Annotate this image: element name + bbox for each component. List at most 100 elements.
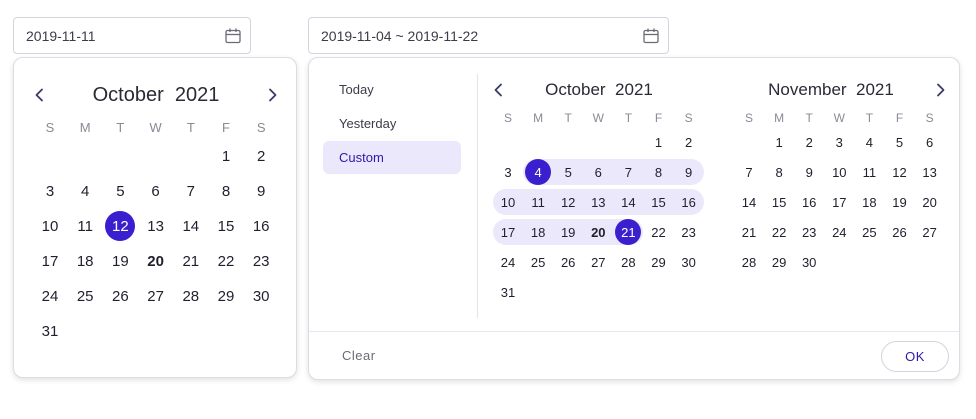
day-cell[interactable]: 17 bbox=[35, 246, 65, 276]
day-cell[interactable]: 25 bbox=[525, 249, 551, 275]
prev-month-icon[interactable] bbox=[33, 88, 47, 102]
day-cell[interactable]: 1 bbox=[211, 141, 241, 171]
day-cell[interactable]: 6 bbox=[585, 159, 611, 185]
day-cell[interactable]: 30 bbox=[246, 281, 276, 311]
day-cell[interactable]: 23 bbox=[796, 219, 822, 245]
day-cell[interactable]: 1 bbox=[766, 129, 792, 155]
calendar-icon[interactable] bbox=[642, 27, 660, 45]
next-month-icon[interactable] bbox=[265, 88, 279, 102]
day-cell[interactable]: 23 bbox=[676, 219, 702, 245]
day-cell[interactable]: 16 bbox=[796, 189, 822, 215]
day-cell[interactable]: 26 bbox=[555, 249, 581, 275]
day-cell[interactable]: 8 bbox=[646, 159, 672, 185]
day-cell[interactable]: 25 bbox=[856, 219, 882, 245]
day-cell[interactable]: 15 bbox=[646, 189, 672, 215]
day-cell[interactable]: 20 bbox=[585, 219, 611, 245]
day-cell[interactable]: 28 bbox=[176, 281, 206, 311]
day-cell[interactable]: 15 bbox=[766, 189, 792, 215]
day-cell[interactable]: 14 bbox=[615, 189, 641, 215]
day-cell[interactable]: 9 bbox=[796, 159, 822, 185]
day-cell[interactable]: 19 bbox=[555, 219, 581, 245]
day-cell[interactable]: 2 bbox=[676, 129, 702, 155]
day-cell[interactable]: 12 bbox=[555, 189, 581, 215]
day-cell[interactable]: 2 bbox=[246, 141, 276, 171]
day-cell[interactable]: 14 bbox=[736, 189, 762, 215]
clear-button[interactable]: Clear bbox=[342, 348, 376, 363]
day-cell[interactable]: 22 bbox=[646, 219, 672, 245]
day-cell[interactable]: 26 bbox=[105, 281, 135, 311]
day-cell[interactable]: 24 bbox=[826, 219, 852, 245]
day-cell[interactable]: 6 bbox=[917, 129, 943, 155]
day-cell[interactable]: 20 bbox=[917, 189, 943, 215]
day-cell[interactable]: 5 bbox=[555, 159, 581, 185]
day-cell[interactable]: 25 bbox=[70, 281, 100, 311]
day-cell[interactable]: 17 bbox=[495, 219, 521, 245]
day-cell[interactable]: 5 bbox=[887, 129, 913, 155]
day-cell[interactable]: 13 bbox=[585, 189, 611, 215]
day-cell[interactable]: 23 bbox=[246, 246, 276, 276]
day-cell[interactable]: 18 bbox=[525, 219, 551, 245]
day-cell[interactable]: 13 bbox=[141, 211, 171, 241]
day-cell[interactable]: 7 bbox=[736, 159, 762, 185]
day-cell[interactable]: 27 bbox=[917, 219, 943, 245]
day-cell-selected[interactable]: 4 bbox=[525, 159, 552, 185]
shortcut-yesterday[interactable]: Yesterday bbox=[323, 107, 461, 140]
day-cell[interactable]: 10 bbox=[35, 211, 65, 241]
day-cell[interactable]: 2 bbox=[796, 129, 822, 155]
day-cell[interactable]: 11 bbox=[525, 189, 551, 215]
day-cell[interactable]: 10 bbox=[495, 189, 521, 215]
day-cell[interactable]: 29 bbox=[211, 281, 241, 311]
day-cell[interactable]: 3 bbox=[495, 159, 521, 185]
day-cell[interactable]: 11 bbox=[856, 159, 882, 185]
day-cell[interactable]: 12 bbox=[887, 159, 913, 185]
day-cell[interactable]: 19 bbox=[105, 246, 135, 276]
day-cell[interactable]: 21 bbox=[736, 219, 762, 245]
next-month-icon[interactable] bbox=[933, 83, 947, 97]
day-cell[interactable]: 28 bbox=[615, 249, 641, 275]
day-cell[interactable]: 13 bbox=[917, 159, 943, 185]
range-date-input[interactable]: 2019-11-04 ~ 2019-11-22 bbox=[308, 17, 669, 54]
shortcut-custom[interactable]: Custom bbox=[323, 141, 461, 174]
day-cell[interactable]: 29 bbox=[766, 249, 792, 275]
day-cell[interactable]: 19 bbox=[887, 189, 913, 215]
day-cell[interactable]: 4 bbox=[70, 176, 100, 206]
day-cell[interactable]: 10 bbox=[826, 159, 852, 185]
ok-button[interactable]: OK bbox=[881, 341, 949, 372]
day-cell[interactable]: 18 bbox=[70, 246, 100, 276]
prev-month-icon[interactable] bbox=[492, 83, 506, 97]
day-cell[interactable]: 21 bbox=[176, 246, 206, 276]
day-cell[interactable]: 26 bbox=[887, 219, 913, 245]
day-cell[interactable]: 8 bbox=[766, 159, 792, 185]
shortcut-today[interactable]: Today bbox=[323, 73, 461, 106]
day-cell[interactable]: 9 bbox=[676, 159, 702, 185]
day-cell[interactable]: 22 bbox=[211, 246, 241, 276]
day-cell[interactable]: 28 bbox=[736, 249, 762, 275]
day-cell[interactable]: 27 bbox=[585, 249, 611, 275]
day-cell[interactable]: 16 bbox=[676, 189, 702, 215]
day-cell[interactable]: 20 bbox=[141, 246, 171, 276]
day-cell[interactable]: 3 bbox=[35, 176, 65, 206]
day-cell[interactable]: 22 bbox=[766, 219, 792, 245]
day-cell[interactable]: 18 bbox=[856, 189, 882, 215]
day-cell[interactable]: 9 bbox=[246, 176, 276, 206]
day-cell[interactable]: 6 bbox=[141, 176, 171, 206]
day-cell[interactable]: 24 bbox=[35, 281, 65, 311]
day-cell[interactable]: 29 bbox=[646, 249, 672, 275]
day-cell[interactable]: 14 bbox=[176, 211, 206, 241]
day-cell[interactable]: 30 bbox=[796, 249, 822, 275]
day-cell[interactable]: 7 bbox=[615, 159, 641, 185]
single-date-input[interactable]: 2019-11-11 bbox=[13, 17, 251, 54]
day-cell[interactable]: 24 bbox=[495, 249, 521, 275]
day-cell[interactable]: 8 bbox=[211, 176, 241, 206]
day-cell[interactable]: 4 bbox=[856, 129, 882, 155]
day-cell[interactable]: 5 bbox=[105, 176, 135, 206]
day-cell[interactable]: 15 bbox=[211, 211, 241, 241]
day-cell[interactable]: 17 bbox=[826, 189, 852, 215]
day-cell[interactable]: 3 bbox=[826, 129, 852, 155]
day-cell[interactable]: 27 bbox=[141, 281, 171, 311]
day-cell[interactable]: 31 bbox=[35, 316, 65, 346]
day-cell[interactable]: 31 bbox=[495, 279, 521, 305]
day-cell[interactable]: 16 bbox=[246, 211, 276, 241]
day-cell[interactable]: 1 bbox=[646, 129, 672, 155]
day-cell[interactable]: 30 bbox=[676, 249, 702, 275]
